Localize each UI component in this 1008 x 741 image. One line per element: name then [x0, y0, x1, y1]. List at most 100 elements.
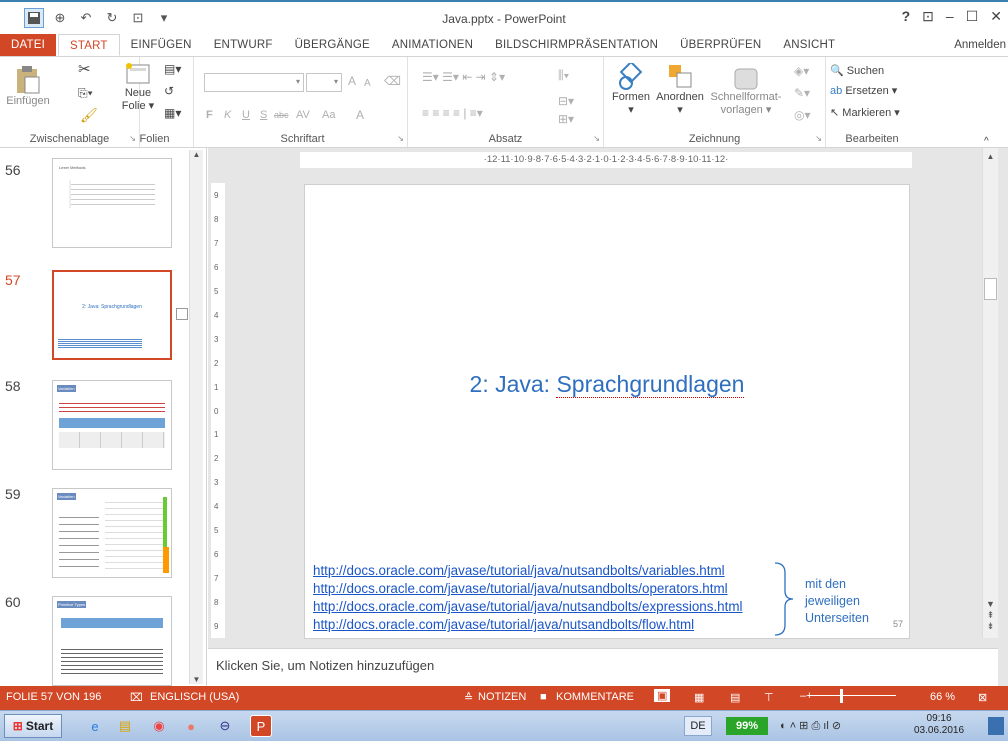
slide-thumbnail-56[interactable]: Lexer Methods — [52, 158, 172, 248]
underline-button[interactable]: U — [242, 109, 250, 122]
tab-design[interactable]: ENTWURF — [203, 34, 284, 56]
font-launcher-icon[interactable]: ↘ — [397, 134, 404, 143]
italic-button[interactable]: K — [224, 109, 231, 122]
tray-icons[interactable]: ◐ ˄ ⊞ ⎙ ıl ⊘ — [780, 719, 841, 733]
keyboard-language[interactable]: DE — [684, 716, 712, 736]
smartart-icon[interactable]: ⊞▾ — [558, 113, 574, 126]
ribbon-display-icon[interactable]: ⊡ — [922, 8, 934, 25]
zoom-slider[interactable]: – + — [800, 690, 906, 702]
link-operators[interactable]: http://docs.oracle.com/javase/tutorial/j… — [313, 581, 728, 596]
font-size-select[interactable]: ▾ — [306, 73, 342, 92]
shape-fill-icon[interactable]: ◈▾ — [794, 65, 809, 78]
new-slide-button[interactable]: Neue Folie ▾ — [118, 63, 158, 113]
arrange-button[interactable]: Anordnen ▾ — [656, 63, 704, 117]
minimize-button[interactable]: – — [946, 8, 954, 25]
tab-insert[interactable]: EINFÜGEN — [120, 34, 203, 56]
close-button[interactable]: ✕ — [990, 8, 1002, 25]
spellcheck-icon[interactable]: ⌧ — [130, 691, 143, 704]
reset-icon[interactable]: ↺ — [164, 85, 174, 98]
chrome-icon[interactable]: ◉ — [148, 715, 170, 737]
start-button[interactable]: ⊞ Start — [4, 714, 62, 738]
text-direction-icon[interactable]: ⫼▾ — [558, 69, 569, 82]
section-icon[interactable]: ▦▾ — [164, 107, 181, 120]
align-text-icon[interactable]: ⊟▾ — [558, 95, 574, 108]
reading-view-icon[interactable]: ▤ — [730, 691, 740, 704]
link-variables[interactable]: http://docs.oracle.com/javase/tutorial/j… — [313, 563, 725, 578]
bullets-icon[interactable]: ☰▾ ☰▾ ⇤ ⇥ ⇕▾ — [422, 71, 505, 84]
font-family-select[interactable]: ▾ — [204, 73, 304, 92]
drawing-launcher-icon[interactable]: ↘ — [815, 134, 822, 143]
tab-transitions[interactable]: ÜBERGÄNGE — [284, 34, 381, 56]
tab-view[interactable]: ANSICHT — [772, 34, 846, 56]
comments-toggle[interactable]: KOMMENTARE — [556, 691, 634, 703]
media-icon[interactable]: ⊖ — [214, 715, 236, 737]
section-checkbox[interactable] — [176, 308, 188, 320]
slide-title[interactable]: 2: Java: Sprachgrundlagen — [305, 371, 909, 398]
fit-slide-icon[interactable]: ⊠ — [978, 691, 987, 704]
find-button[interactable]: 🔍 Suchen — [830, 65, 884, 78]
change-case-button[interactable]: Aa — [322, 109, 335, 122]
scroll-up-icon[interactable]: ▲ — [983, 152, 998, 161]
paste-button[interactable]: Einfügen — [4, 65, 52, 108]
clock[interactable]: 09:16 03.06.2016 — [914, 713, 964, 737]
paragraph-launcher-icon[interactable]: ↘ — [593, 134, 600, 143]
clear-format-icon[interactable]: ⌫ — [384, 75, 401, 88]
cut-icon[interactable]: ✂ — [78, 62, 91, 77]
align-icon[interactable]: ≡ ≡ ≡ ≡ | ≡▾ — [422, 107, 483, 120]
signin-link[interactable]: Anmelden — [954, 39, 1006, 51]
bold-button[interactable]: F — [206, 109, 213, 122]
firefox-icon[interactable]: ● — [180, 715, 202, 737]
notes-pane[interactable]: Klicken Sie, um Notizen hinzuzufügen — [208, 648, 998, 686]
replace-button[interactable]: ab Ersetzen ▾ — [830, 85, 897, 98]
slide-thumbnail-57[interactable]: 2: Java: Sprachgrundlagen — [52, 270, 172, 360]
zoom-slider-thumb[interactable] — [840, 689, 843, 703]
slideshow-view-icon[interactable]: ⊤ — [764, 691, 774, 704]
zoom-level[interactable]: 66 % — [930, 691, 955, 703]
shape-outline-icon[interactable]: ✎▾ — [794, 87, 810, 100]
tab-review[interactable]: ÜBERPRÜFEN — [669, 34, 772, 56]
shape-effects-icon[interactable]: ◎▾ — [794, 109, 811, 122]
slide-thumbnail-60[interactable]: Primitive Typen — [52, 596, 172, 686]
explorer-icon[interactable]: ▤ — [114, 715, 136, 737]
slide-thumbnail-59[interactable]: Variablen — [52, 488, 172, 578]
link-expressions[interactable]: http://docs.oracle.com/javase/tutorial/j… — [313, 599, 742, 614]
scroll-down-icon[interactable]: ▼ — [190, 675, 203, 684]
powerpoint-taskbar-icon[interactable]: P — [250, 715, 272, 737]
quick-styles-button[interactable]: Schnellformat-vorlagen ▾ — [706, 63, 786, 117]
thumbnail-scrollbar[interactable]: ▲ ▼ — [189, 150, 203, 684]
tab-animations[interactable]: ANIMATIONEN — [381, 34, 484, 56]
link-flow[interactable]: http://docs.oracle.com/javase/tutorial/j… — [313, 617, 694, 632]
notes-toggle-icon[interactable]: ≙ — [464, 691, 473, 704]
grow-font-button[interactable]: A — [348, 75, 356, 88]
show-desktop-button[interactable] — [988, 717, 1004, 735]
select-button[interactable]: ↖ Markieren ▾ — [830, 107, 900, 120]
help-button[interactable]: ? — [902, 8, 911, 25]
slide-sorter-icon[interactable]: ▦ — [694, 691, 704, 704]
editor-scrollbar[interactable]: ▲ ▼ ⇞ ⇟ — [982, 148, 998, 638]
page-nav-icon[interactable]: ▼ ⇞ ⇟ — [983, 599, 998, 632]
strikethrough-button[interactable]: abc — [274, 109, 289, 122]
scroll-thumb[interactable] — [984, 278, 997, 300]
shadow-button[interactable]: S — [260, 109, 267, 122]
notes-toggle[interactable]: NOTIZEN — [478, 691, 526, 703]
slide-canvas[interactable]: 2: Java: Sprachgrundlagen http://docs.or… — [304, 184, 910, 639]
tab-slideshow[interactable]: BILDSCHIRMPRÄSENTATION — [484, 34, 669, 56]
language-status[interactable]: ENGLISCH (USA) — [150, 691, 239, 703]
normal-view-icon[interactable]: ▣ — [654, 689, 671, 702]
comments-icon[interactable]: ■ — [540, 691, 547, 703]
char-spacing-button[interactable]: AV — [296, 109, 310, 122]
maximize-button[interactable]: ☐ — [966, 8, 979, 25]
battery-indicator[interactable]: 99% — [726, 717, 768, 735]
collapse-ribbon-icon[interactable]: ^ — [984, 135, 989, 148]
tab-start[interactable]: START — [58, 34, 120, 56]
format-painter-icon[interactable]: 🖌 — [80, 108, 98, 122]
layout-icon[interactable]: ▤▾ — [164, 63, 181, 76]
shrink-font-button[interactable]: A — [364, 77, 371, 90]
scroll-up-icon[interactable]: ▲ — [190, 150, 203, 159]
slide-thumbnail-58[interactable]: Variablen — [52, 380, 172, 470]
ie-icon[interactable]: e — [84, 715, 106, 737]
font-color-button[interactable]: A — [356, 109, 364, 122]
copy-icon[interactable]: ⎘▾ — [78, 87, 93, 100]
tab-file[interactable]: DATEI — [0, 34, 57, 56]
shapes-button[interactable]: Formen ▾ — [608, 63, 654, 117]
